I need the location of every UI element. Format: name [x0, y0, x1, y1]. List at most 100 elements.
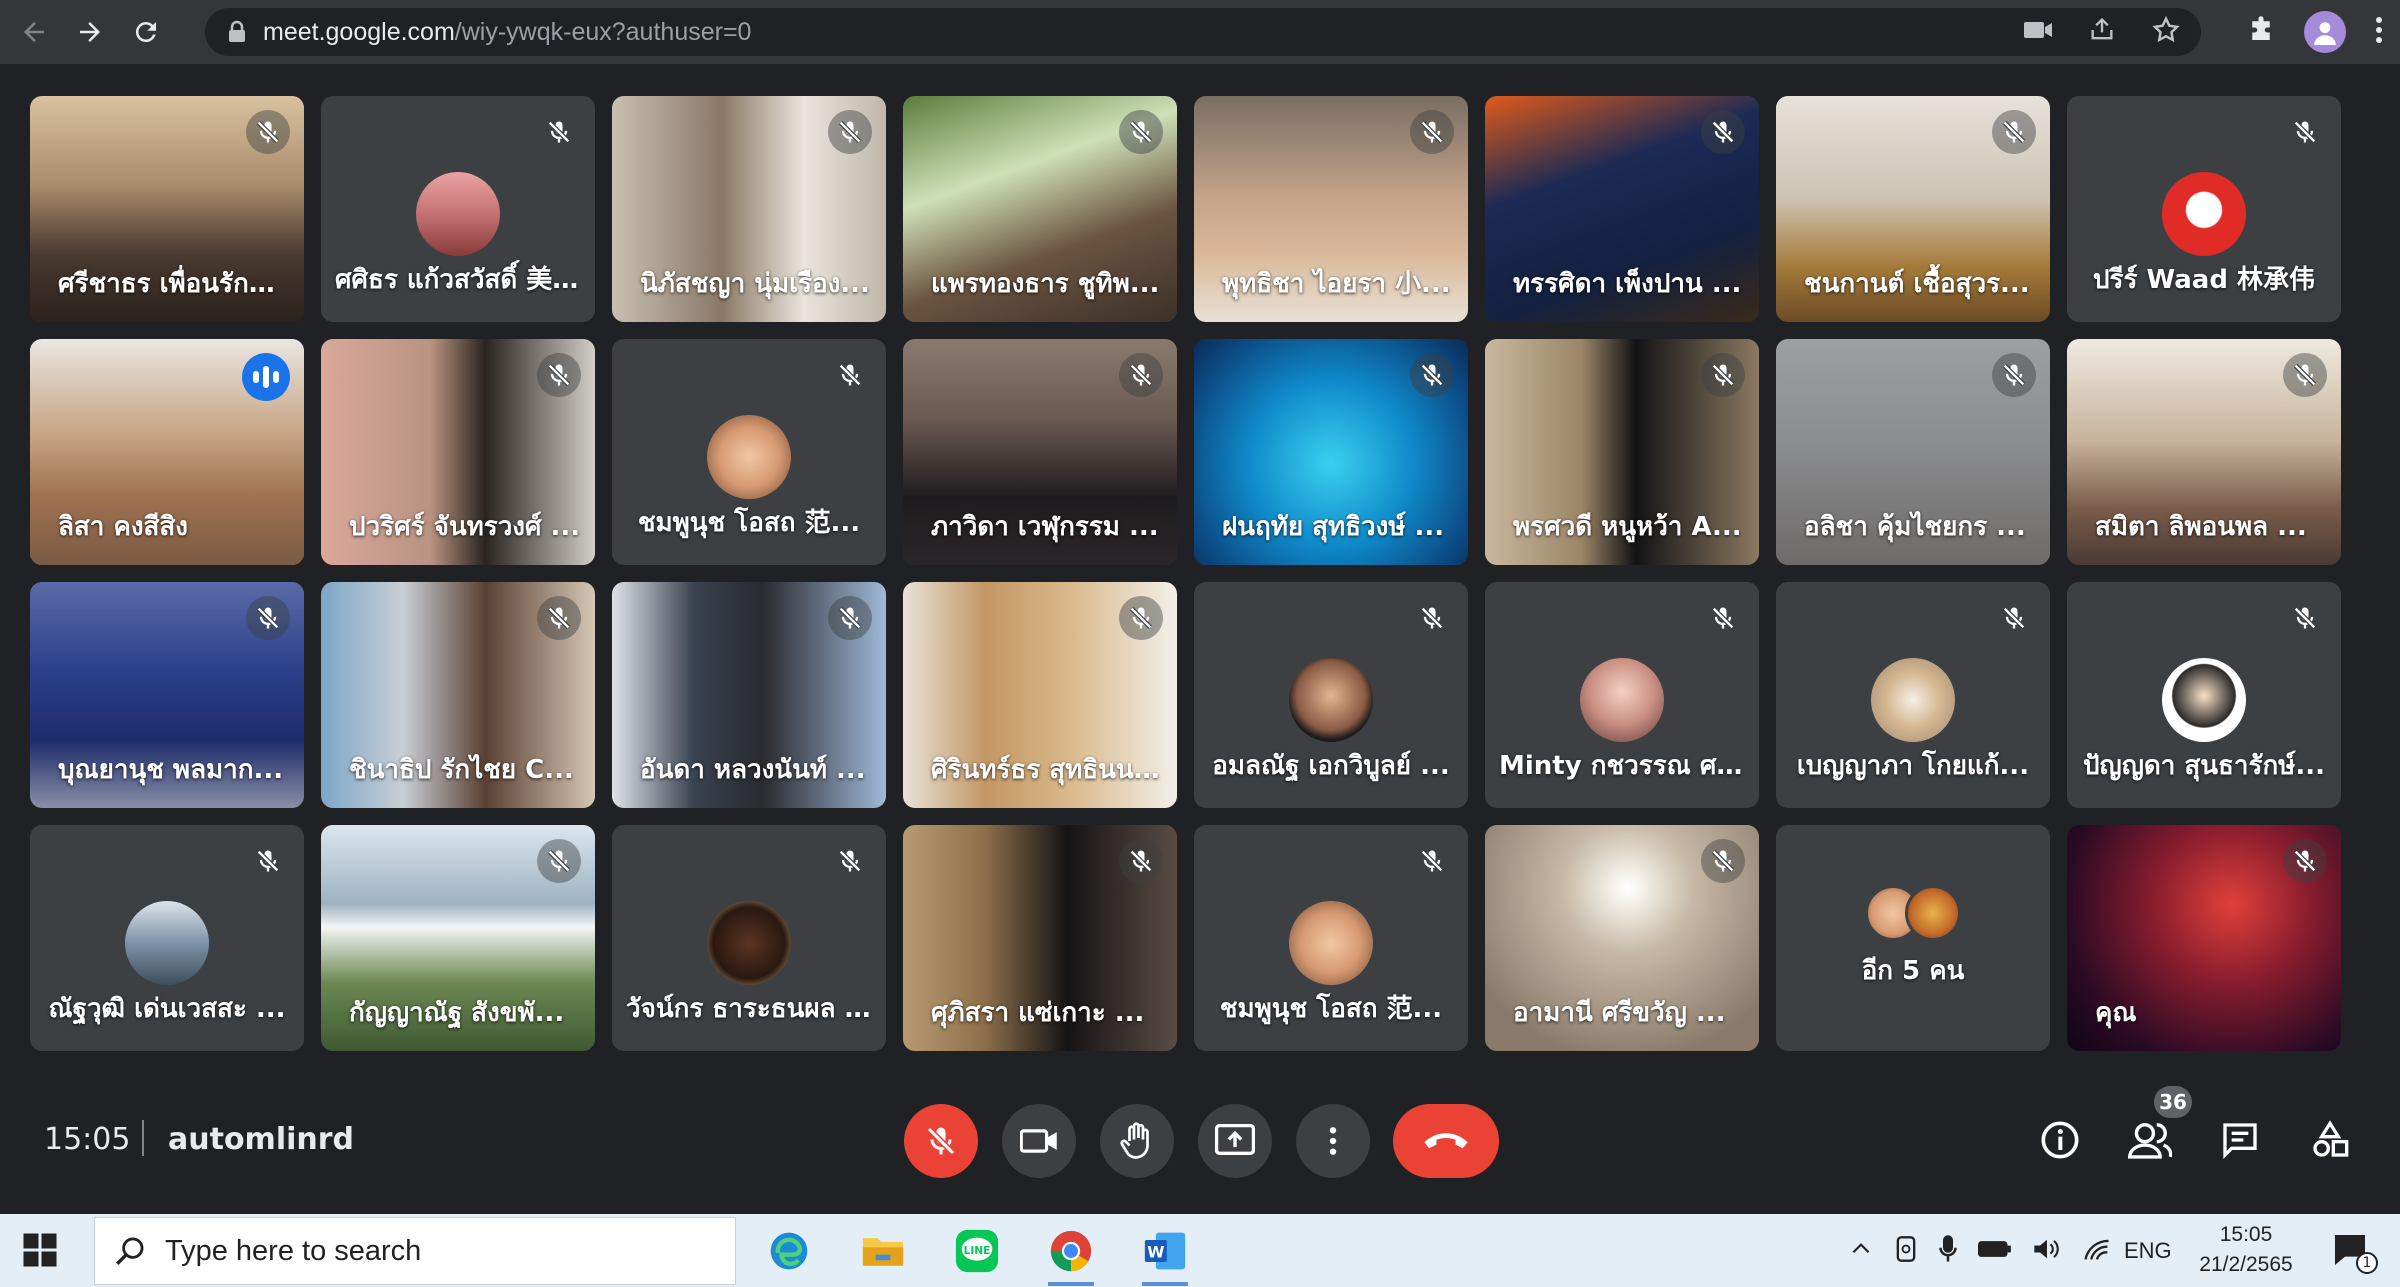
- participant-name: เบญญาภา โกยแก้...: [1796, 751, 2030, 781]
- taskbar-file-explorer[interactable]: [852, 1222, 914, 1280]
- participant-tile[interactable]: ปวริศร์ จันทรวงศ์ ...: [321, 339, 595, 565]
- leave-call-button[interactable]: [1393, 1104, 1499, 1178]
- participant-tile[interactable]: สมิตา ลิพอนพล ...: [2067, 339, 2341, 565]
- participant-tile[interactable]: ศรีชาธร เพื่อนรักษ์ ...: [30, 96, 304, 322]
- meeting-code: automlinrd: [168, 1122, 355, 1157]
- participant-tile[interactable]: อันดา หลวงนันท์ ...: [612, 582, 886, 808]
- participant-name: ชมพูนุช โอสถ 范...: [637, 508, 861, 538]
- extensions-icon[interactable]: [2246, 15, 2276, 49]
- activities-button[interactable]: [2302, 1112, 2358, 1168]
- participant-tile[interactable]: ลิสา คงสีสิง: [30, 339, 304, 565]
- taskbar-clock[interactable]: 15:05 21/2/2565: [2186, 1220, 2306, 1280]
- participant-name: ศรีชาธร เพื่อนรักษ์ ...: [58, 269, 304, 299]
- participant-name: นิภัสชญา นุ่มเรือง...: [640, 269, 870, 299]
- reload-icon: [135, 22, 156, 43]
- participant-name: ชินาธิป รักไชย C...: [349, 755, 574, 785]
- mic-muted-icon: [1119, 353, 1163, 397]
- participant-tile[interactable]: กัญญาณัฐ สังขพั...: [321, 825, 595, 1051]
- wifi-icon[interactable]: [2082, 1236, 2112, 1266]
- people-button[interactable]: [2122, 1112, 2178, 1168]
- participant-avatar: [1289, 658, 1373, 742]
- share-icon[interactable]: [2087, 16, 2117, 48]
- participant-tile[interactable]: วัจน์กร ธาระธนผล ...: [612, 825, 886, 1051]
- participant-tile[interactable]: ชนกานต์ เชื้อสุวร...: [1776, 96, 2050, 322]
- participant-tile[interactable]: Minty กชวรรณ ศรี...: [1485, 582, 1759, 808]
- participant-tile[interactable]: ณัฐวุฒิ เด่นเวสสะ ...: [30, 825, 304, 1051]
- windows-start-button[interactable]: [22, 1232, 62, 1272]
- mic-muted-icon: [1701, 596, 1745, 640]
- participant-tile[interactable]: พุทธิชา ไอยรา 小...: [1194, 96, 1468, 322]
- star-icon[interactable]: [2151, 15, 2181, 49]
- participant-name: ศุภิสรา แซ่เกาะ ...: [931, 998, 1145, 1028]
- participant-tile[interactable]: ศศิธร แก้วสวัสดิ์ 美...: [321, 96, 595, 322]
- volume-icon[interactable]: [2032, 1236, 2062, 1266]
- reload-button[interactable]: [120, 6, 172, 58]
- chevron-up-icon[interactable]: [1848, 1236, 1874, 1266]
- url-host: meet.google.com: [263, 17, 455, 46]
- taskbar-date: 21/2/2565: [2199, 1253, 2293, 1276]
- taskbar-chrome[interactable]: [1040, 1222, 1102, 1286]
- participant-avatar: [707, 415, 791, 499]
- forward-button[interactable]: [64, 6, 116, 58]
- battery-icon[interactable]: [1978, 1238, 2012, 1264]
- participant-tile[interactable]: ชมพูนุช โอสถ 范...: [612, 339, 886, 565]
- more-options-button[interactable]: [1296, 1104, 1370, 1178]
- camera-toggle-button[interactable]: [1002, 1104, 1076, 1178]
- input-language[interactable]: ENG: [2124, 1238, 2172, 1264]
- participant-avatar: [1871, 658, 1955, 742]
- chat-button[interactable]: [2212, 1112, 2268, 1168]
- participant-tile[interactable]: ปัญญดา สุนธารักษ์...: [2067, 582, 2341, 808]
- participant-tile[interactable]: ภาวิดา เวฬุกรรม ...: [903, 339, 1177, 565]
- taskbar-edge[interactable]: [758, 1222, 820, 1280]
- camera-indicator-icon[interactable]: [2023, 19, 2053, 45]
- microphone-tray-icon[interactable]: [1938, 1234, 1958, 1268]
- participant-tile[interactable]: ชมพูนุช โอสถ 范...: [1194, 825, 1468, 1051]
- present-screen-button[interactable]: [1198, 1104, 1272, 1178]
- self-tile[interactable]: คุณ: [2067, 825, 2341, 1051]
- participant-tile[interactable]: พรศวดี หนูหว้า A...: [1485, 339, 1759, 565]
- present-icon: [1215, 1124, 1255, 1155]
- participant-name: ศศิธร แก้วสวัสดิ์ 美...: [335, 265, 582, 295]
- participant-tile[interactable]: อามานี ศรีขวัญ ...: [1485, 825, 1759, 1051]
- participant-tile[interactable]: บุณยานุช พลมาก...: [30, 582, 304, 808]
- word-icon: W: [1144, 1232, 1186, 1270]
- taskbar-line[interactable]: LINE: [946, 1222, 1008, 1280]
- participant-tile[interactable]: ฝนฤทัย สุทธิวงษ์ ...: [1194, 339, 1468, 565]
- participant-tile[interactable]: นิภัสชญา นุ่มเรือง...: [612, 96, 886, 322]
- mic-muted-icon: [2283, 110, 2327, 154]
- participant-name: พรศวดี หนูหว้า A...: [1513, 512, 1742, 542]
- participant-tile[interactable]: อลิชา คุ้มไชยกร ...: [1776, 339, 2050, 565]
- taskbar-search-box[interactable]: Type here to search: [94, 1217, 736, 1285]
- menu-kebab-icon[interactable]: [2374, 15, 2384, 49]
- mic-muted-icon: [828, 353, 872, 397]
- action-center-button[interactable]: 1: [2330, 1230, 2378, 1274]
- participant-avatar: [1580, 658, 1664, 742]
- device-icon[interactable]: [1894, 1235, 1918, 1267]
- svg-text:LINE: LINE: [964, 1245, 991, 1257]
- taskbar-word[interactable]: W: [1134, 1222, 1196, 1286]
- microphone-toggle-button[interactable]: [904, 1104, 978, 1178]
- participant-tile[interactable]: แพรทองธาร ชูทิพ...: [903, 96, 1177, 322]
- address-bar[interactable]: meet.google.com/wiy-ywqk-eux?authuser=0: [205, 8, 2201, 56]
- meeting-info-button[interactable]: [2032, 1112, 2088, 1168]
- participant-tile[interactable]: อมลณัฐ เอกวิบูลย์ ...: [1194, 582, 1468, 808]
- profile-avatar[interactable]: [2304, 11, 2346, 53]
- participant-name: ชนกานต์ เชื้อสุวร...: [1804, 269, 2030, 299]
- taskbar-time: 15:05: [2219, 1223, 2273, 1246]
- participant-tile[interactable]: ปรีร์ Waad 林承伟: [2067, 96, 2341, 322]
- participant-avatar: [707, 901, 791, 985]
- participant-tile[interactable]: ศุภิสรา แซ่เกาะ ...: [903, 825, 1177, 1051]
- participant-tile[interactable]: ทรรศิดา เพ็งปาน ...: [1485, 96, 1759, 322]
- participant-tile[interactable]: อีก 5 คน: [1776, 825, 2050, 1051]
- participant-tile[interactable]: ศิรินทร์ธร สุทธินน...: [903, 582, 1177, 808]
- mic-muted-icon: [246, 839, 290, 883]
- participant-tile[interactable]: เบญญาภา โกยแก้...: [1776, 582, 2050, 808]
- participant-tile[interactable]: ชินาธิป รักไชย C...: [321, 582, 595, 808]
- shapes-icon: [2313, 1120, 2349, 1157]
- mic-muted-icon: [1701, 839, 1745, 883]
- back-button[interactable]: [8, 6, 60, 58]
- mic-muted-icon: [2283, 839, 2327, 883]
- raise-hand-button[interactable]: [1100, 1104, 1174, 1178]
- folder-icon: [862, 1238, 904, 1266]
- participant-avatar: [125, 901, 209, 985]
